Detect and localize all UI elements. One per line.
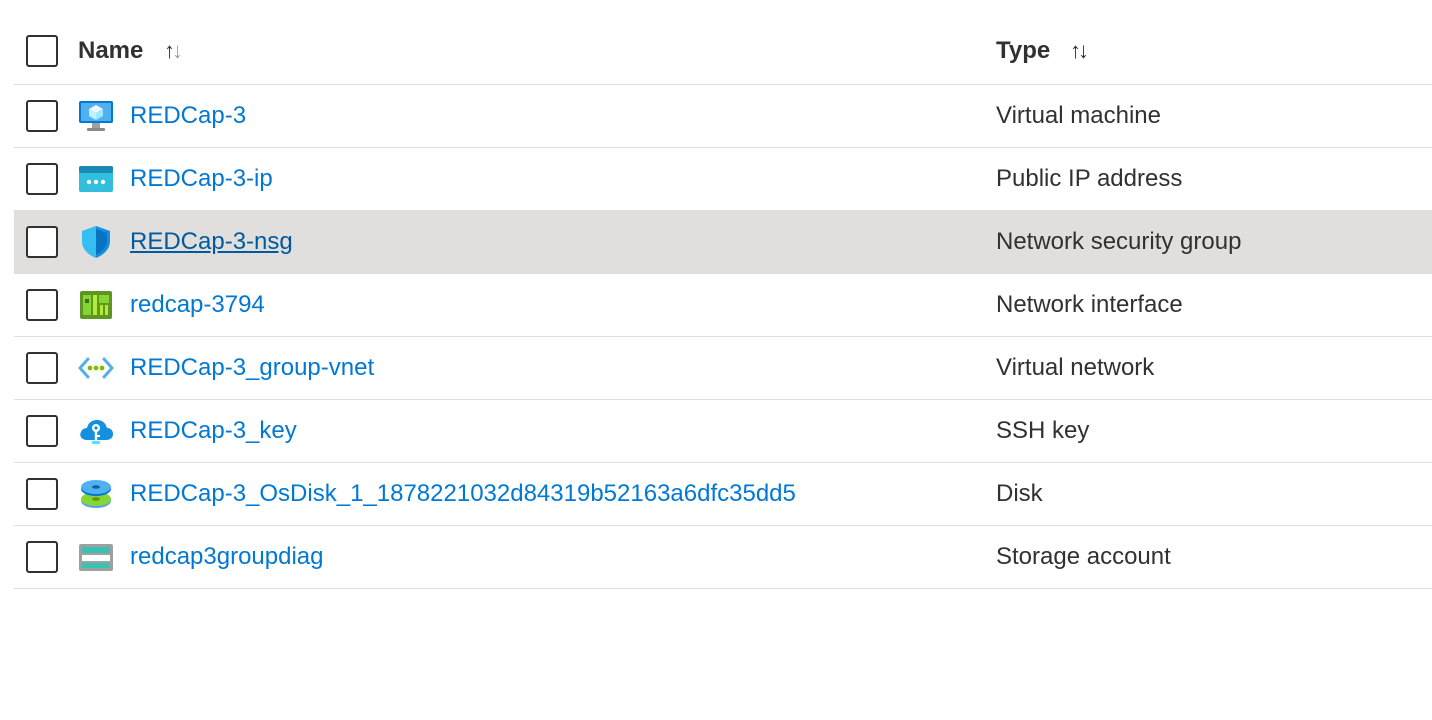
resource-name-link[interactable]: redcap-3794 (130, 291, 265, 319)
row-checkbox[interactable] (26, 541, 58, 573)
table-row[interactable]: redcap3groupdiag Storage account (14, 526, 1432, 589)
table-row[interactable]: REDCap-3-nsg Network security group (14, 211, 1432, 274)
resource-type: Virtual machine (996, 102, 1161, 129)
row-checkbox[interactable] (26, 478, 58, 510)
select-all-checkbox[interactable] (26, 34, 58, 67)
resource-name-link[interactable]: REDCap-3_key (130, 417, 297, 445)
ssh-key-icon (78, 413, 114, 449)
virtual-machine-icon (78, 98, 114, 134)
table-row[interactable]: REDCap-3-ip Public IP address (14, 148, 1432, 211)
virtual-network-icon (78, 350, 114, 386)
resource-name-link[interactable]: REDCap-3 (130, 102, 246, 130)
column-header-type[interactable]: Type (996, 37, 1050, 65)
table-row[interactable]: REDCap-3_group-vnet Virtual network (14, 337, 1432, 400)
resource-type: Network security group (996, 228, 1242, 255)
row-checkbox[interactable] (26, 415, 58, 447)
sort-type-icon[interactable]: ↑↓ (1070, 38, 1089, 64)
resource-type: Storage account (996, 543, 1171, 570)
disk-icon (78, 476, 114, 512)
resource-grid: Name ↑↓ Type ↑↓ REDCap-3 Virtual machine (14, 17, 1432, 589)
row-checkbox[interactable] (26, 226, 58, 258)
resource-type: SSH key (996, 417, 1090, 444)
public-ip-icon (78, 161, 114, 197)
table-row[interactable]: REDCap-3_key SSH key (14, 400, 1432, 463)
row-checkbox[interactable] (26, 100, 58, 132)
table-row[interactable]: REDCap-3_OsDisk_1_1878221032d84319b52163… (14, 463, 1432, 526)
resource-name-link[interactable]: redcap3groupdiag (130, 543, 324, 571)
table-row[interactable]: redcap-3794 Network interface (14, 274, 1432, 337)
column-header-name[interactable]: Name (78, 37, 143, 65)
resource-name-link[interactable]: REDCap-3_OsDisk_1_1878221032d84319b52163… (130, 480, 796, 508)
shield-icon (78, 224, 114, 260)
resource-name-link[interactable]: REDCap-3-ip (130, 165, 273, 193)
resource-type: Virtual network (996, 354, 1155, 381)
row-checkbox[interactable] (26, 163, 58, 195)
network-interface-icon (78, 287, 114, 323)
sort-name-icon[interactable]: ↑↓ (164, 38, 183, 64)
row-checkbox[interactable] (26, 352, 58, 384)
grid-header: Name ↑↓ Type ↑↓ (14, 17, 1432, 85)
table-row[interactable]: REDCap-3 Virtual machine (14, 85, 1432, 148)
row-checkbox[interactable] (26, 289, 58, 321)
resource-type: Disk (996, 480, 1043, 507)
resource-type: Public IP address (996, 165, 1183, 192)
resource-type: Network interface (996, 291, 1183, 318)
resource-name-link[interactable]: REDCap-3-nsg (130, 228, 293, 256)
storage-account-icon (78, 539, 114, 575)
resource-name-link[interactable]: REDCap-3_group-vnet (130, 354, 374, 382)
